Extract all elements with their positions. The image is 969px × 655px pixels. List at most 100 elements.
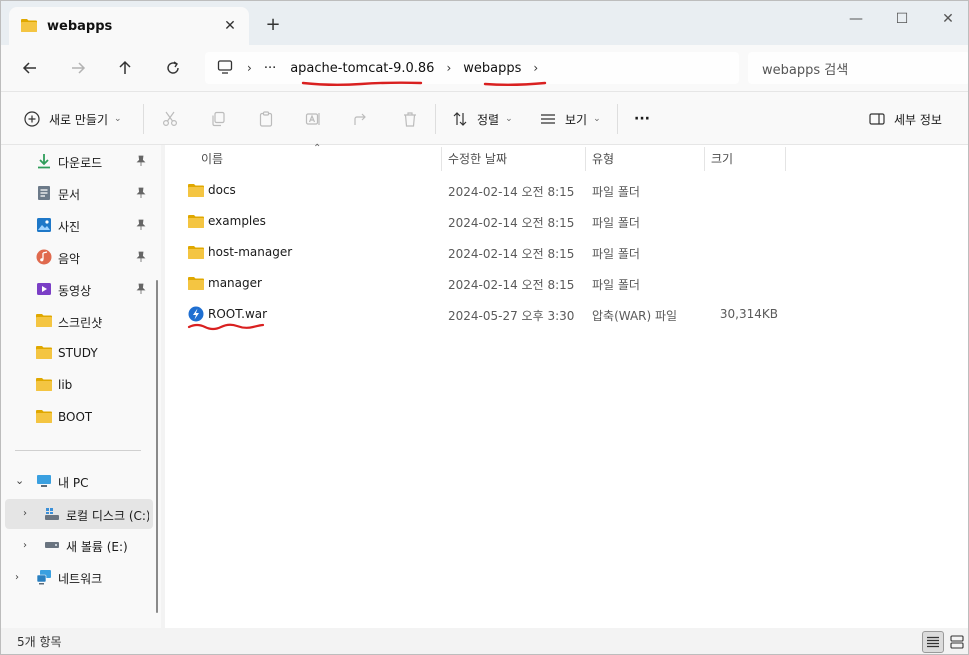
- file-list: 이름 ⌃ 수정한 날짜 유형 크기 docs 2024-02-14 오전 8:1…: [165, 143, 968, 628]
- new-button[interactable]: 새로 만들기 ⌄: [23, 106, 122, 132]
- pin-icon: [135, 187, 147, 199]
- plus-circle-icon: [23, 110, 41, 128]
- chevron-right-icon[interactable]: ›: [533, 61, 538, 75]
- nav-item-label: BOOT: [58, 410, 93, 424]
- nav-item-videos[interactable]: 동영상: [1, 275, 149, 303]
- file-row[interactable]: ROOT.war 2024-05-27 오후 3:30 압축(WAR) 파일 3…: [165, 299, 968, 330]
- nav-item-downloads[interactable]: 다운로드: [1, 147, 149, 175]
- trash-icon: [401, 110, 419, 128]
- file-row[interactable]: docs 2024-02-14 오전 8:15 파일 폴더: [165, 175, 968, 206]
- share-icon: [352, 110, 370, 128]
- nav-item-this-pc[interactable]: ⌄ 내 PC: [1, 467, 149, 495]
- column-divider[interactable]: [585, 147, 586, 171]
- file-date: 2024-02-14 오전 8:15: [448, 278, 575, 292]
- file-type: 파일 폴더: [592, 278, 640, 292]
- column-header-date[interactable]: 수정한 날짜: [448, 145, 507, 171]
- sort-icon: [451, 110, 469, 128]
- nav-item-pictures[interactable]: 사진: [1, 211, 149, 239]
- file-name: ROOT.war: [208, 307, 268, 321]
- folder-icon: [188, 214, 204, 228]
- pin-icon: [135, 283, 147, 295]
- navigation-pane: 다운로드 문서 사진 음악 동영상 스크린샷 STUDY lib BOOT ⌄ …: [1, 145, 161, 628]
- folder-icon: [36, 377, 52, 393]
- rename-button[interactable]: [304, 106, 330, 132]
- breadcrumb-apache-tomcat[interactable]: apache-tomcat-9.0.86: [290, 61, 434, 76]
- nav-item-boot[interactable]: BOOT: [1, 403, 149, 431]
- nav-item-label: STUDY: [58, 346, 98, 360]
- forward-button[interactable]: [65, 55, 91, 81]
- file-row[interactable]: examples 2024-02-14 오전 8:15 파일 폴더: [165, 206, 968, 237]
- address-bar[interactable]: › ··· apache-tomcat-9.0.86 › webapps ›: [205, 52, 739, 84]
- nav-scrollbar[interactable]: [156, 280, 158, 613]
- breadcrumb-more[interactable]: ···: [264, 61, 276, 76]
- file-type: 파일 폴더: [592, 185, 640, 199]
- nav-item-new-volume[interactable]: › 새 볼륨 (E:): [1, 531, 149, 559]
- file-type: 파일 폴더: [592, 247, 640, 261]
- chevron-right-icon[interactable]: ›: [446, 61, 451, 75]
- view-button[interactable]: 보기 ⌄: [539, 106, 601, 132]
- nav-item-lib[interactable]: lib: [1, 371, 149, 399]
- pin-icon: [135, 219, 147, 231]
- sort-label: 정렬: [477, 112, 500, 127]
- file-row[interactable]: manager 2024-02-14 오전 8:15 파일 폴더: [165, 268, 968, 299]
- sort-button[interactable]: 정렬 ⌄: [451, 106, 513, 132]
- chevron-right-icon: ›: [15, 572, 19, 583]
- tiles-view-icon: [950, 635, 964, 649]
- more-options-button[interactable]: ···: [634, 106, 650, 132]
- cut-button[interactable]: [161, 106, 187, 132]
- nav-item-network[interactable]: › 네트워크: [1, 563, 149, 591]
- column-divider[interactable]: [704, 147, 705, 171]
- nav-item-documents[interactable]: 문서: [1, 179, 149, 207]
- divider: [435, 104, 436, 134]
- file-name: manager: [208, 276, 262, 290]
- tiles-view-button[interactable]: [946, 631, 968, 653]
- up-button[interactable]: [112, 55, 138, 81]
- nav-item-label: lib: [58, 378, 73, 392]
- nav-item-label: 다운로드: [58, 156, 103, 170]
- new-tab-button[interactable]: +: [263, 15, 283, 35]
- delete-button[interactable]: [401, 106, 427, 132]
- drive-icon: [44, 539, 60, 555]
- column-divider[interactable]: [441, 147, 442, 171]
- arrow-left-icon: [22, 62, 36, 74]
- search-input[interactable]: webapps 검색: [748, 52, 968, 84]
- arrow-up-icon: [119, 60, 131, 74]
- column-header-name[interactable]: 이름: [201, 145, 223, 171]
- column-divider[interactable]: [785, 147, 786, 171]
- music-icon: [36, 249, 52, 265]
- chevron-right-icon: ›: [23, 540, 27, 551]
- details-view-button[interactable]: [922, 631, 944, 653]
- breadcrumb-webapps[interactable]: webapps: [463, 61, 521, 76]
- pin-icon: [135, 155, 147, 167]
- file-type: 압축(WAR) 파일: [592, 309, 678, 323]
- file-date: 2024-02-14 오전 8:15: [448, 216, 575, 230]
- column-header-size[interactable]: 크기: [711, 145, 733, 171]
- chevron-down-icon: ⌄: [15, 474, 25, 487]
- nav-item-label: 네트워크: [58, 572, 103, 586]
- column-header-type[interactable]: 유형: [592, 145, 614, 171]
- minimize-button[interactable]: —: [841, 9, 871, 29]
- file-size: 30,314KB: [719, 307, 778, 321]
- refresh-button[interactable]: [160, 55, 186, 81]
- folder-icon: [188, 245, 204, 259]
- chevron-down-icon: ⌄: [593, 114, 601, 124]
- nav-item-local-disk[interactable]: › 로컬 디스크 (C:): [5, 499, 153, 529]
- details-pane-button[interactable]: 세부 정보: [868, 106, 942, 132]
- chevron-down-icon: ⌄: [505, 114, 513, 124]
- copy-button[interactable]: [209, 106, 235, 132]
- close-tab-icon[interactable]: ✕: [219, 15, 241, 37]
- close-window-button[interactable]: ✕: [933, 9, 963, 29]
- paste-button[interactable]: [257, 106, 283, 132]
- nav-item-study[interactable]: STUDY: [1, 339, 149, 367]
- view-label: 보기: [565, 112, 588, 127]
- back-button[interactable]: [17, 55, 43, 81]
- file-date: 2024-05-27 오후 3:30: [448, 309, 575, 323]
- nav-item-screenshots[interactable]: 스크린샷: [1, 307, 149, 335]
- divider: [617, 104, 618, 134]
- divider: [143, 104, 144, 134]
- file-row[interactable]: host-manager 2024-02-14 오전 8:15 파일 폴더: [165, 237, 968, 268]
- nav-item-music[interactable]: 음악: [1, 243, 149, 271]
- share-button[interactable]: [352, 106, 378, 132]
- tab-webapps[interactable]: webapps ✕: [9, 7, 249, 45]
- maximize-button[interactable]: ☐: [887, 9, 917, 29]
